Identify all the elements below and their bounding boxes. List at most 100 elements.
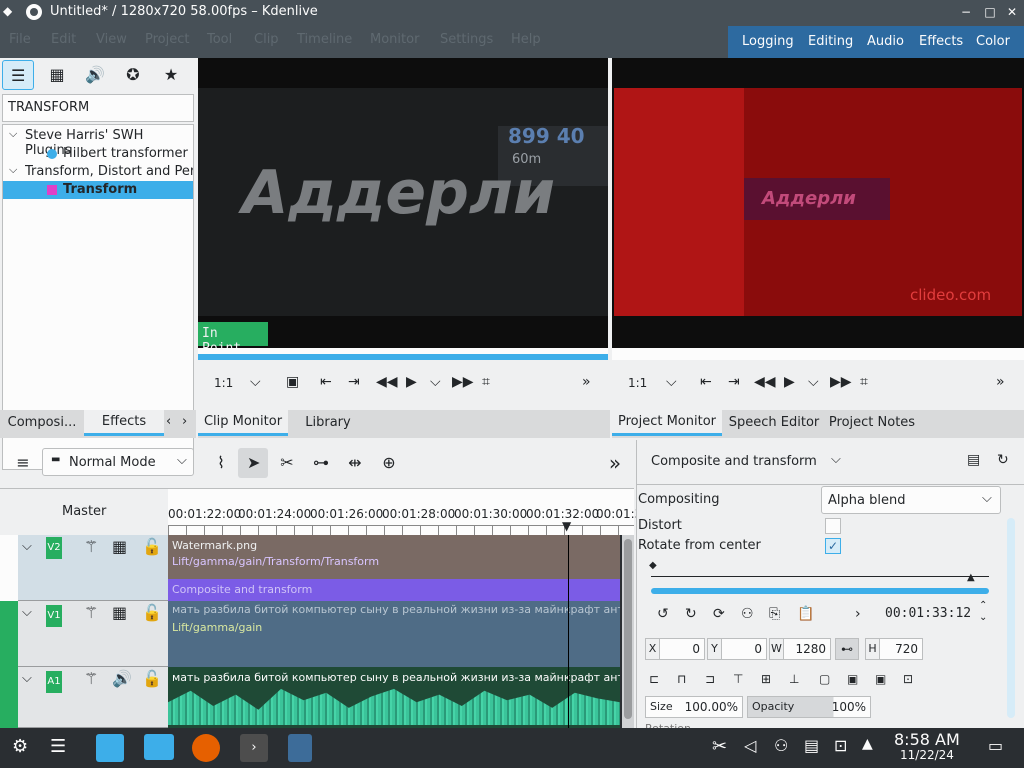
- tree-item-swh-plugins[interactable]: ⌵ Steve Harris' SWH Plugins: [3, 127, 193, 158]
- keyframe-line[interactable]: [651, 576, 989, 577]
- tree-item-transform[interactable]: Transform: [3, 181, 193, 199]
- menu-project[interactable]: Project: [145, 32, 189, 47]
- video-effects-icon[interactable]: ▦: [42, 60, 72, 90]
- app-launcher-icon[interactable]: ⚙: [12, 736, 28, 757]
- clip-zoom-select[interactable]: 1:1: [214, 376, 233, 390]
- tray-expand-icon[interactable]: ▲: [862, 736, 873, 752]
- timeline-vertical-scrollbar[interactable]: [622, 535, 634, 728]
- scroll-thumb[interactable]: [624, 539, 632, 719]
- effects-filter-all[interactable]: ☰: [2, 60, 34, 90]
- tab-effects[interactable]: Effects: [84, 410, 164, 436]
- set-out-icon[interactable]: ⇥: [728, 374, 740, 390]
- slip-tool-icon[interactable]: ⊶: [306, 448, 336, 478]
- forward-icon[interactable]: ▶▶: [452, 374, 474, 390]
- firefox-icon[interactable]: [192, 734, 220, 762]
- link-ratio-icon[interactable]: ⊷: [835, 638, 859, 660]
- rewind-icon[interactable]: ◀◀: [754, 374, 776, 390]
- tab-scroll-left-icon[interactable]: ‹: [166, 414, 171, 429]
- x-field[interactable]: X0: [645, 638, 705, 660]
- edit-mode-select[interactable]: ▬ Normal Mode ⌵: [42, 448, 194, 476]
- properties-scrollbar[interactable]: [1007, 518, 1015, 718]
- chevron-down-icon[interactable]: ⌵: [430, 374, 441, 390]
- clock-time[interactable]: 8:58 AM: [894, 730, 960, 749]
- bluetooth-icon[interactable]: ⚇: [774, 736, 788, 755]
- keyframe-timecode[interactable]: 00:01:33:12: [885, 606, 971, 621]
- discover-icon[interactable]: [96, 734, 124, 762]
- master-label[interactable]: Master: [62, 504, 106, 519]
- workspace-color[interactable]: Color: [976, 34, 1010, 49]
- keyframe-type-icon[interactable]: ⚇: [741, 606, 754, 622]
- track-header-v1[interactable]: ⌵ V1 ⚚ ▦ 🔓: [0, 601, 168, 667]
- y-field[interactable]: Y0: [707, 638, 767, 660]
- tab-project-notes[interactable]: Project Notes: [826, 410, 918, 436]
- cut-icon[interactable]: ✂: [712, 736, 727, 757]
- effects-wand-icon[interactable]: ⚚: [84, 603, 98, 622]
- chevron-right-icon[interactable]: ›: [855, 606, 861, 622]
- audio-effects-icon[interactable]: 🔊: [80, 60, 110, 90]
- project-ruler[interactable]: [612, 348, 1024, 360]
- chevron-down-icon[interactable]: ⌵: [831, 452, 841, 467]
- fit-icon[interactable]: ▢: [819, 672, 830, 686]
- menu-timeline[interactable]: Timeline: [297, 32, 352, 47]
- composition-clip[interactable]: Composite and transform: [168, 579, 620, 601]
- track-header-v2[interactable]: ⌵ V2 ⚚ ▦ 🔓: [0, 535, 168, 601]
- paste-icon[interactable]: 📋: [797, 606, 814, 622]
- clip-ruler[interactable]: [198, 348, 608, 360]
- play-icon[interactable]: ▶: [406, 374, 417, 390]
- align-top-icon[interactable]: ⊤: [733, 672, 743, 686]
- track-header-a1[interactable]: ⌵ A1 ⚚ 🔊 🔓: [0, 667, 168, 728]
- h-field[interactable]: H 720: [865, 638, 923, 660]
- set-in-icon[interactable]: ⇤: [700, 374, 712, 390]
- workspace-editing[interactable]: Editing: [808, 34, 853, 49]
- clip-audio-a1[interactable]: мать разбила битой компьютер сыну в реал…: [168, 667, 620, 728]
- fit-width-icon[interactable]: ▣: [847, 672, 858, 686]
- kdenlive-task-icon[interactable]: [288, 734, 312, 762]
- center-icon[interactable]: ⊡: [903, 672, 913, 686]
- project-monitor-view[interactable]: Аддерли clideo.com: [612, 58, 1024, 348]
- clip-watermark[interactable]: Watermark.png Lift/gamma/gain/Transform/…: [168, 535, 620, 579]
- align-bottom-icon[interactable]: ⊥: [789, 672, 799, 686]
- play-icon[interactable]: ▶: [784, 374, 795, 390]
- effect-search-input[interactable]: TRANSFORM: [2, 94, 194, 122]
- size-field[interactable]: Size 100.00%: [645, 696, 743, 718]
- clock-date[interactable]: 11/22/24: [900, 748, 954, 762]
- minimize-button[interactable]: −: [958, 4, 974, 20]
- playhead-marker-icon[interactable]: ▼: [562, 519, 571, 533]
- workspace-audio[interactable]: Audio: [867, 34, 904, 49]
- hide-track-icon[interactable]: ▦: [112, 603, 127, 622]
- align-hcenter-icon[interactable]: ⊓: [677, 672, 686, 686]
- menu-file[interactable]: File: [9, 32, 31, 47]
- forward-icon[interactable]: ▶▶: [830, 374, 852, 390]
- clip-video-v1[interactable]: мать разбила битой компьютер сыну в реал…: [168, 601, 620, 667]
- chevron-down-icon[interactable]: ⌵: [808, 374, 819, 390]
- spin-up-icon[interactable]: ⌃: [979, 600, 987, 611]
- add-keyframe-icon[interactable]: ↻: [685, 606, 697, 622]
- select-tool-button[interactable]: ➤: [238, 448, 268, 478]
- distort-checkbox[interactable]: [825, 518, 841, 534]
- workspace-logging[interactable]: Logging: [742, 34, 794, 49]
- rotate-checkbox[interactable]: ✓: [825, 538, 841, 554]
- ripple-tool-icon[interactable]: ⇹: [340, 448, 370, 478]
- volume-icon[interactable]: ◁: [744, 736, 756, 755]
- custom-effects-icon[interactable]: ✪: [118, 60, 148, 90]
- chevron-down-icon[interactable]: ⌵: [22, 671, 32, 686]
- tree-item-hilbert[interactable]: Hilbert transformer: [3, 145, 193, 163]
- menu-monitor[interactable]: Monitor: [370, 32, 419, 47]
- mute-icon[interactable]: 🔊: [112, 669, 132, 688]
- reset-icon[interactable]: ↻: [997, 452, 1009, 468]
- window-menu-icon[interactable]: ◆: [3, 4, 19, 20]
- copy-icon[interactable]: ⎘: [769, 606, 780, 622]
- terminal-icon[interactable]: ›: [240, 734, 268, 762]
- clip-monitor-view[interactable]: 899 40 60m Аддерли In Point: [198, 58, 608, 356]
- menu-help[interactable]: Help: [511, 32, 541, 47]
- rewind-icon[interactable]: ◀◀: [376, 374, 398, 390]
- clipboard-icon[interactable]: ▤: [804, 736, 819, 755]
- lock-icon[interactable]: 🔓: [142, 603, 162, 622]
- tab-scroll-right-icon[interactable]: ›: [182, 414, 187, 429]
- slide-tool-icon[interactable]: ⊕: [374, 448, 404, 478]
- menu-view[interactable]: View: [96, 32, 127, 47]
- prev-keyframe-icon[interactable]: ↺: [657, 606, 669, 622]
- lock-icon[interactable]: 🔓: [142, 669, 162, 688]
- chevron-down-icon[interactable]: ⌵: [22, 605, 32, 620]
- next-keyframe-icon[interactable]: ⟳: [713, 606, 725, 622]
